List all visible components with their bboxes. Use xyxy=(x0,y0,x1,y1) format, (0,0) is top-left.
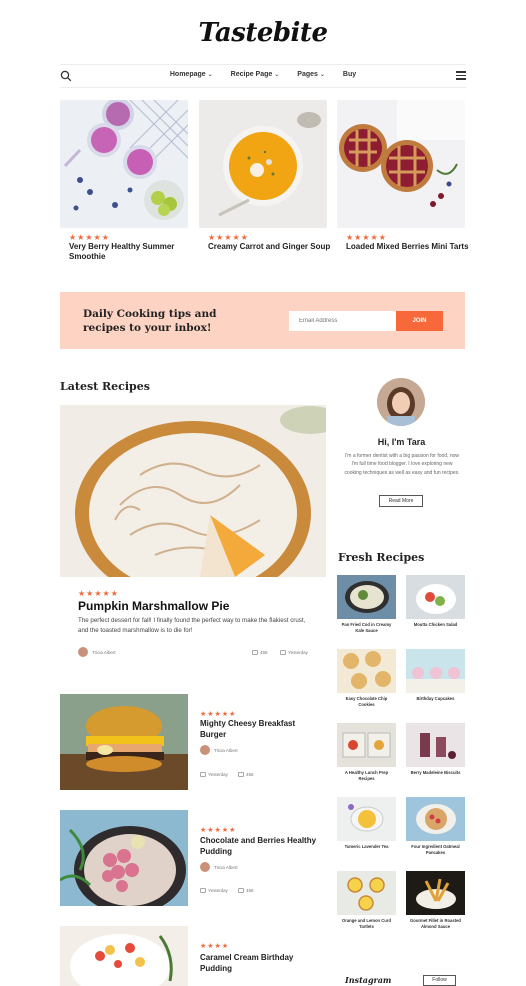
fresh-recipe-label[interactable]: Gourmet Fillet in Roasted Almond Sauce xyxy=(406,918,465,929)
fresh-recipe-label[interactable]: Berry Madeleine Biscuits xyxy=(406,770,465,776)
author-avatar xyxy=(78,647,88,657)
nav-label: Recipe Page xyxy=(230,71,273,78)
author-name[interactable]: Tricia Albert xyxy=(214,748,238,753)
nav-item-homepage[interactable]: Homepage ⌄ xyxy=(170,71,213,78)
author-name[interactable]: Tricia Albert xyxy=(92,650,116,655)
author-avatar xyxy=(200,862,210,872)
newsletter-banner: Daily Cooking tips and recipes to your i… xyxy=(60,292,465,349)
hero-recipe-meta: Tricia Albert 456 Yesterday xyxy=(78,647,310,659)
rating-stars: ★★★★ xyxy=(200,943,230,950)
about-heading: Hi, I'm Tara xyxy=(377,437,426,447)
recipe-image-berry-pudding[interactable] xyxy=(60,810,188,906)
author-photo xyxy=(377,378,425,426)
author-name[interactable]: Tricia Albert xyxy=(214,865,238,870)
comment-count: 456 xyxy=(246,888,254,893)
fresh-recipes-heading: Fresh Recipes xyxy=(338,551,425,564)
post-date: Yesterday xyxy=(208,772,228,777)
recipe-title[interactable]: Chocolate and Berries Healthy Pudding xyxy=(200,836,318,857)
fresh-recipe-image[interactable] xyxy=(406,797,465,841)
nav-label: Homepage xyxy=(169,71,206,78)
hamburger-menu-icon[interactable] xyxy=(456,71,466,81)
featured-title[interactable]: Very Berry Healthy Summer Smoothie xyxy=(69,242,194,262)
rating-stars: ★★★★★ xyxy=(200,827,237,834)
chevron-down-icon: ⌄ xyxy=(274,72,280,78)
featured-title[interactable]: Creamy Carrot and Ginger Soup xyxy=(208,242,333,252)
rating-stars: ★★★★★ xyxy=(208,233,249,242)
rating-stars: ★★★★★ xyxy=(346,233,387,242)
rating-stars: ★★★★★ xyxy=(200,711,237,718)
author-avatar xyxy=(200,745,210,755)
instagram-heading: Instagram xyxy=(345,975,392,985)
recipe-title[interactable]: Caramel Cream Birthday Pudding xyxy=(200,953,318,974)
post-date: Yesterday xyxy=(208,888,228,893)
nav-label: Pages xyxy=(297,71,318,78)
fresh-recipe-label[interactable]: Birthday Cupcakes xyxy=(406,696,465,702)
comment-icon xyxy=(252,650,258,655)
fresh-recipe-image[interactable] xyxy=(337,575,396,619)
featured-image-berry-tarts[interactable] xyxy=(337,100,465,228)
fresh-recipe-image[interactable] xyxy=(337,871,396,915)
chevron-down-icon: ⌄ xyxy=(319,72,325,78)
featured-image-carrot-soup[interactable] xyxy=(199,100,327,228)
nav-label: Buy xyxy=(342,71,357,78)
fresh-recipe-label[interactable]: Tumeric Lavender Tea xyxy=(337,844,396,850)
fresh-recipe-image[interactable] xyxy=(406,649,465,693)
hero-recipe-title[interactable]: Pumpkin Marshmallow Pie xyxy=(78,599,229,613)
fresh-recipe-image[interactable] xyxy=(406,871,465,915)
calendar-icon xyxy=(200,772,206,777)
read-more-button[interactable]: Read More xyxy=(379,495,423,507)
fresh-recipe-label[interactable]: A Healthy Lunch Prep Recipes xyxy=(337,770,396,781)
featured-title[interactable]: Loaded Mixed Berries Mini Tarts xyxy=(346,242,471,252)
nav-item-pages[interactable]: Pages ⌄ xyxy=(297,71,325,78)
fresh-recipe-image[interactable] xyxy=(406,575,465,619)
chevron-down-icon: ⌄ xyxy=(207,72,213,78)
comment-icon xyxy=(238,772,244,777)
fresh-recipe-label[interactable]: Four Ingredient Oatmeal Pancakes xyxy=(406,844,465,855)
fresh-recipe-label[interactable]: Orange and Lemon Curd Tartlets xyxy=(337,918,396,929)
featured-image-smoothie[interactable] xyxy=(60,100,188,228)
fresh-recipe-image[interactable] xyxy=(406,723,465,767)
hero-image-pumpkin-pie[interactable] xyxy=(60,405,326,577)
comment-icon xyxy=(238,888,244,893)
nav-item-buy[interactable]: Buy xyxy=(343,71,356,78)
rating-stars: ★★★★★ xyxy=(69,233,110,242)
fresh-recipe-image[interactable] xyxy=(337,723,396,767)
fresh-recipe-label[interactable]: Moutta Chicken Salad xyxy=(406,622,465,628)
instagram-follow-button[interactable]: Follow xyxy=(423,975,456,986)
fresh-recipe-image[interactable] xyxy=(337,797,396,841)
recipe-title[interactable]: Mighty Cheesy Breakfast Burger xyxy=(200,719,318,740)
post-date: Yesterday xyxy=(288,650,308,655)
fresh-recipe-image[interactable] xyxy=(337,649,396,693)
main-navigation: Homepage ⌄ Recipe Page ⌄ Pages ⌄ Buy xyxy=(60,64,466,88)
about-text: I'm a former dentist with a big passion … xyxy=(344,453,460,476)
newsletter-heading: Daily Cooking tips and recipes to your i… xyxy=(83,308,217,334)
site-logo[interactable]: Tastebite xyxy=(0,18,526,48)
comment-count: 456 xyxy=(246,772,254,777)
nav-item-recipe-page[interactable]: Recipe Page ⌄ xyxy=(231,71,280,78)
recipe-image-burger[interactable] xyxy=(60,694,188,790)
latest-recipes-heading: Latest Recipes xyxy=(60,380,150,393)
comment-count: 456 xyxy=(260,650,268,655)
calendar-icon xyxy=(200,888,206,893)
fresh-recipe-label[interactable]: Pan Fried Cod in Creamy Kale Sauce xyxy=(337,622,396,633)
recipe-image-caramel-pudding[interactable] xyxy=(60,926,188,986)
calendar-icon xyxy=(280,650,286,655)
hero-recipe-description: The perfect dessert for fall! I finally … xyxy=(78,617,306,634)
rating-stars: ★★★★★ xyxy=(78,589,119,598)
fresh-recipe-label[interactable]: Easy Chocolate Chip Cookies xyxy=(337,696,396,707)
join-button[interactable]: JOIN xyxy=(396,311,443,331)
email-input[interactable] xyxy=(289,311,396,331)
